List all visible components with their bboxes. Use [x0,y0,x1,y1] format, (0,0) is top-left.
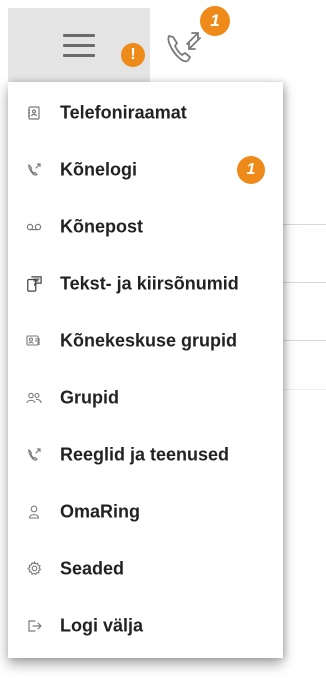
menu-item-phonebook[interactable]: Telefoniraamat [8,84,283,141]
rules-services-icon [26,447,42,463]
menu-item-label: Seaded [60,558,125,578]
menu-item-logout[interactable]: Logi välja [8,597,283,654]
call-log-badge: 1 [237,155,265,184]
menu-item-label: Kõnelogi [60,159,137,179]
menu-item-label: Grupid [60,387,119,407]
menu-item-label: Tekst- ja kiirsõnumid [60,273,239,293]
background-divider [283,340,326,341]
menu-item-messages[interactable]: Tekst- ja kiirsõnumid [8,255,283,312]
menu-item-call-log[interactable]: Kõnelogi 1 [8,141,283,198]
call-center-groups-icon [26,333,42,349]
missed-calls-badge: 1 [200,6,230,36]
phonebook-icon [26,105,42,121]
message-icon [26,275,42,292]
menu-item-settings[interactable]: Seaded [8,540,283,597]
menu-toggle-button[interactable]: ! [8,8,150,82]
menu-item-label: Reeglid ja teenused [60,444,230,464]
menu-item-voicemail[interactable]: Kõnepost [8,198,283,255]
logout-icon [26,618,42,634]
background-divider [283,389,326,390]
top-bar: ! 1 [0,0,326,82]
voicemail-icon [26,219,42,235]
alert-badge: ! [121,43,145,67]
calls-icon[interactable] [162,24,206,68]
main-menu-dropdown: Telefoniraamat Kõnelogi 1 Kõnepost Tekst… [8,82,283,658]
menu-item-label: Logi välja [60,615,144,635]
menu-item-label: Telefoniraamat [60,102,187,122]
menu-item-label: Kõnepost [60,216,143,236]
menu-item-label: OmaRing [60,501,141,521]
user-icon [26,504,42,520]
menu-item-omaring[interactable]: OmaRing [8,483,283,540]
hamburger-icon[interactable] [63,34,95,58]
background-divider [283,224,326,225]
gear-icon [26,561,42,577]
menu-item-groups[interactable]: Grupid [8,369,283,426]
call-log-icon [26,162,42,178]
menu-item-call-center-groups[interactable]: Kõnekeskuse grupid [8,312,283,369]
menu-item-label: Kõnekeskuse grupid [60,330,238,350]
groups-icon [26,390,42,406]
background-divider [283,282,326,283]
menu-item-rules-services[interactable]: Reeglid ja teenused [8,426,283,483]
